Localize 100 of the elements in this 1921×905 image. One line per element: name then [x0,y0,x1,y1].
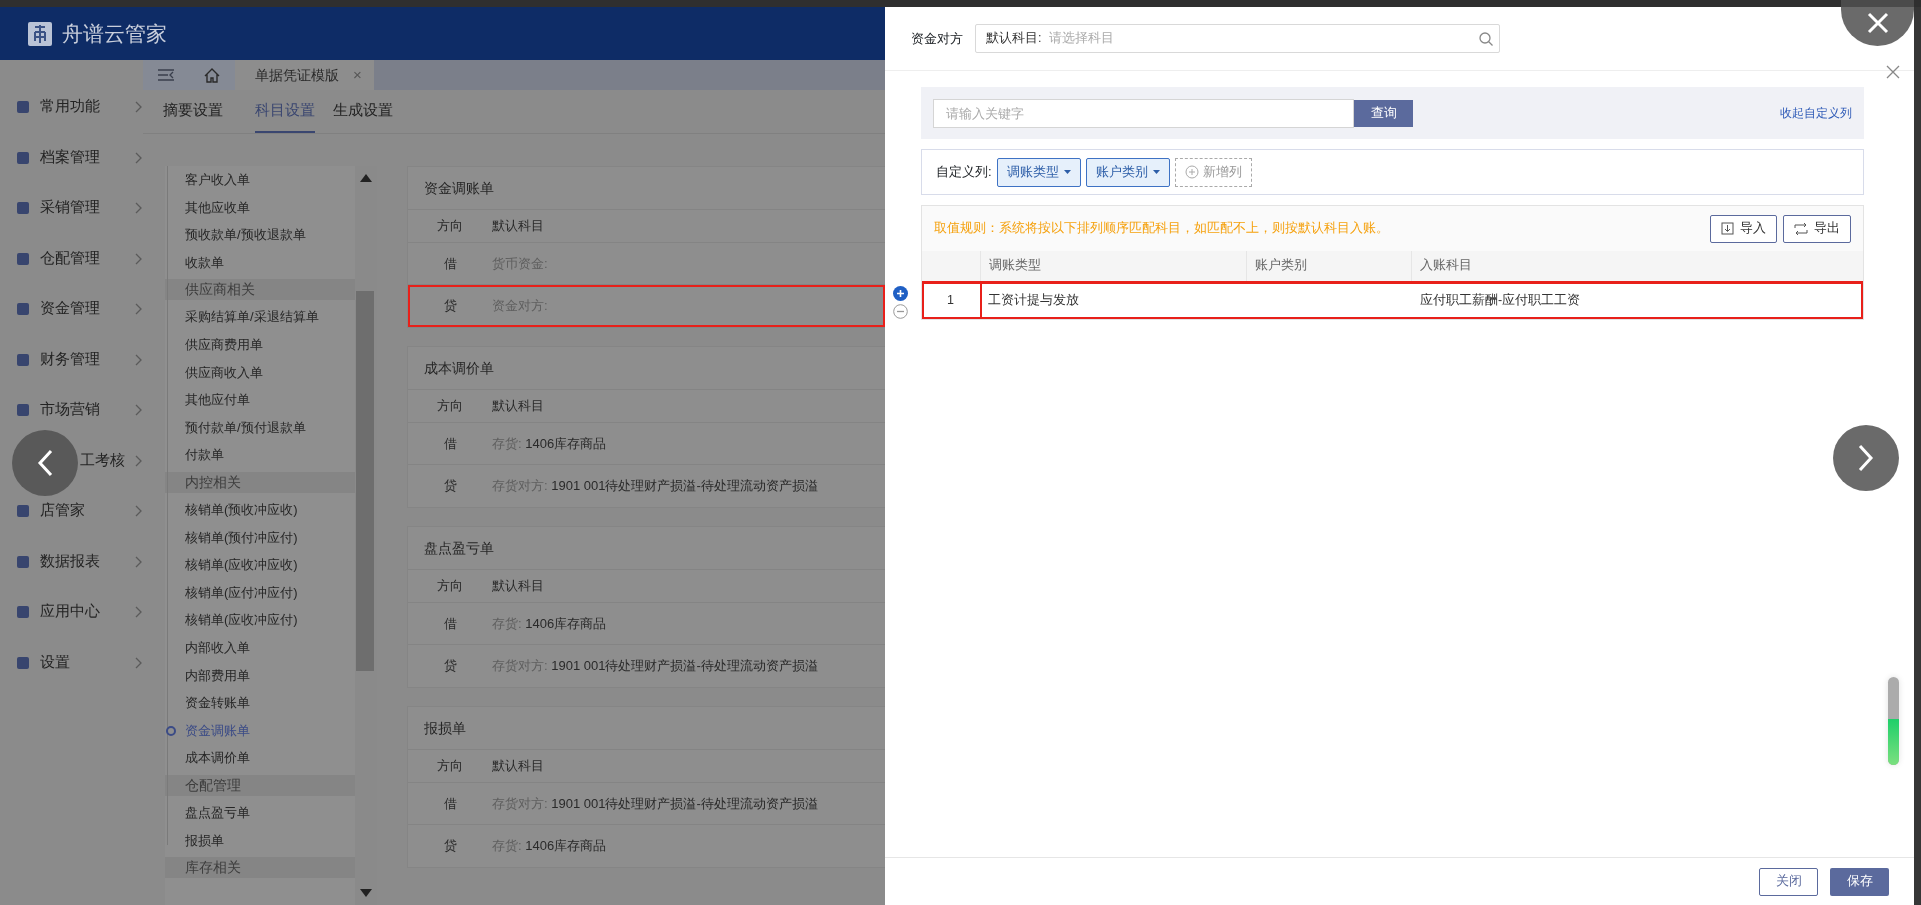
sidebar-item[interactable]: 应用中心 [0,599,143,626]
list-group-header: 供应商相关 [165,279,355,301]
collapse-link[interactable]: 收起自定义列 [1780,104,1852,122]
page-tab[interactable]: 单据凭证模版 × [235,60,374,90]
list-item[interactable]: 核销单(预收冲应收) [165,495,355,524]
plus-circle-icon [1184,165,1199,179]
sidebar-item[interactable]: 采销管理 [0,195,143,222]
direction-text: 借 [442,614,458,633]
list-item[interactable]: 其他应收单 [165,193,355,222]
chevron-right-icon [135,404,143,417]
list-item[interactable]: 内部收入单 [165,633,355,662]
list-item[interactable]: 核销单(应收冲应付) [165,606,355,634]
sidebar-item[interactable]: 常用功能 [0,94,143,121]
scroll-thumb[interactable] [356,291,374,671]
home-button[interactable] [189,60,235,90]
sidebar-item[interactable]: 档案管理 [0,144,143,171]
sub-tab[interactable]: 生成设置 [333,90,407,133]
list-item[interactable]: 核销单(应收冲应收) [165,551,355,579]
column-header: 入账科目 [1411,251,1863,281]
sub-tab[interactable]: 科目设置 [255,90,315,133]
list-item[interactable]: 报损单 [165,826,355,855]
chevron-right-icon [135,454,143,467]
list-item[interactable]: 客户收入单 [165,166,355,194]
scroll-track[interactable] [355,166,377,905]
import-button[interactable]: 导入 [1709,214,1777,243]
sub-tab[interactable]: 摘要设置 [163,90,237,133]
column-header: 默认科目 [492,397,545,416]
list-group-header: 库存相关 [165,857,355,879]
scroll-up-icon[interactable] [360,174,372,182]
column-dropdown[interactable]: 账户类别 [1085,157,1170,187]
column-header: 默认科目 [492,217,545,236]
list-item[interactable]: 供应商收入单 [165,358,355,387]
minus-icon[interactable] [893,304,908,319]
list-item[interactable]: 预付款单/预付退款单 [165,413,355,442]
list-item[interactable]: 核销单(应付冲应付) [165,578,355,607]
chevron-left-icon [37,449,53,477]
list-item[interactable]: 内部费用单 [165,661,355,690]
list-item[interactable]: 付款单 [165,441,355,469]
square-icon [16,554,30,569]
scroll-down-icon[interactable] [360,889,372,897]
list-item[interactable]: 资金调账单 [165,716,355,745]
list-item[interactable]: 盘点盈亏单 [165,798,355,827]
sidebar-item[interactable]: 财务管理 [0,346,143,373]
search-button[interactable]: 查询 [1354,99,1413,127]
list-item[interactable]: 收款单 [165,248,355,277]
square-icon [16,655,30,670]
app-title: 舟谱云管家 [62,20,167,47]
card-title: 资金调账单 [408,167,885,210]
chevron-right-icon [135,252,143,265]
keyword-input[interactable]: 请输入关键字 [933,98,1354,128]
column-header: 方向 [436,577,464,596]
list-item[interactable]: 供应商费用单 [165,330,355,359]
chevron-right-icon [135,101,143,114]
card-title: 成本调价单 [408,347,885,390]
direction-text: 借 [442,254,458,273]
caret-down-icon [1152,170,1160,174]
column-header: 方向 [436,757,464,776]
list-item[interactable]: 其他应付单 [165,386,355,414]
tab-label: 单据凭证模版 [255,65,339,85]
menu-icon [158,69,174,81]
list-item[interactable]: 采购结算单/采退结算单 [165,303,355,331]
list-item[interactable]: 预收款单/预收退款单 [165,221,355,249]
square-icon [16,251,30,266]
card-title: 报损单 [408,707,885,750]
sidebar-item[interactable]: 工考核 [80,447,143,474]
chevron-right-icon [135,505,143,518]
column-dropdown[interactable]: 调账类型 [996,157,1081,187]
table-row[interactable]: 1 工资计提与发放 应付职工薪酬-应付职工工资 [922,281,1863,319]
list-group-header: 仓配管理 [165,774,355,796]
table-cell: 应付职工薪酬-应付职工工资 [1411,281,1863,319]
save-button[interactable]: 保存 [1830,867,1889,896]
sidebar-item[interactable]: 仓配管理 [0,245,143,272]
list-item[interactable]: 资金转账单 [165,689,355,717]
sidebar-item[interactable]: 店管家 [0,498,143,525]
custom-column-label: 自定义列: [936,163,992,182]
square-icon [16,302,30,317]
swap-arrows-icon [1794,222,1808,235]
list-item[interactable]: 成本调价单 [165,744,355,772]
chevron-right-icon [135,202,143,215]
direction-text: 借 [442,794,458,813]
sidebar-item[interactable]: 市场营销 [0,397,143,424]
plus-icon[interactable] [893,286,908,301]
square-icon [16,605,30,620]
close-icon [1866,12,1889,34]
export-button[interactable]: 导出 [1783,214,1851,243]
close-icon[interactable] [1886,65,1900,79]
collapse-menu-button[interactable] [143,60,189,90]
field-label: 资金对方 [911,29,963,48]
add-column-button[interactable]: 新增列 [1174,157,1252,187]
direction-text: 贷 [442,297,458,316]
list-item[interactable]: 核销单(预付冲应付) [165,523,355,552]
square-icon [16,403,30,418]
sidebar-item[interactable]: 资金管理 [0,296,143,323]
sidebar-item[interactable]: 设置 [0,649,143,676]
account-select-field[interactable]: 默认科目: 请选择科目 [975,24,1500,53]
close-button[interactable]: 关闭 [1759,867,1818,896]
sidebar-item[interactable]: 数据报表 [0,548,143,575]
row-number: 1 [922,281,980,319]
selected-dot-icon [166,725,176,736]
chevron-right-icon [135,353,143,366]
